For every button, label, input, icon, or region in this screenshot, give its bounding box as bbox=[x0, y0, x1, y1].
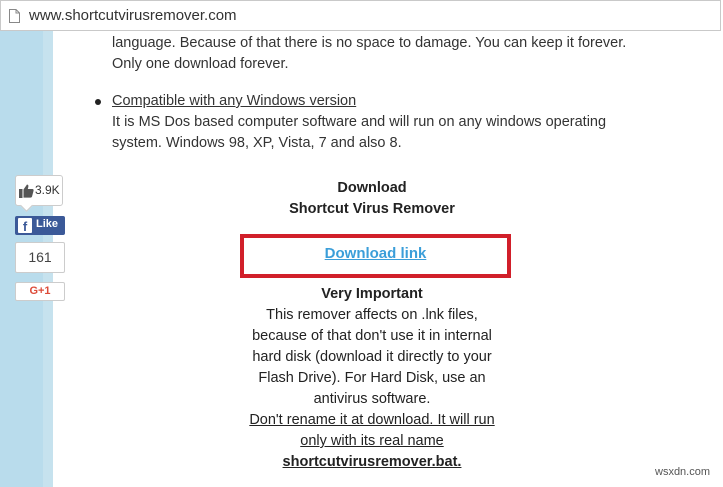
download-heading: Download Shortcut Virus Remover bbox=[232, 178, 512, 220]
address-bar[interactable]: www.shortcutvirusremover.com bbox=[0, 0, 721, 31]
intro-paragraph: language. Because of that there is no sp… bbox=[112, 33, 642, 75]
page-icon bbox=[9, 9, 20, 23]
bullet-dot bbox=[95, 99, 101, 105]
download-highlight-box: Download link bbox=[240, 234, 511, 278]
feature-paragraph: Compatible with any Windows version It i… bbox=[112, 91, 642, 154]
important-block: Very Important This remover affects on .… bbox=[232, 284, 512, 473]
feature-title: Compatible with any Windows version bbox=[112, 93, 357, 109]
feature-line-2: system. Windows 98, XP, Vista, 7 and als… bbox=[112, 135, 402, 151]
like-count: 3.9K bbox=[35, 183, 60, 197]
intro-line-1: language. Because of that there is no sp… bbox=[112, 35, 627, 51]
filename-text: shortcutvirusremover.bat. bbox=[282, 454, 462, 470]
google-plus-button[interactable]: G+1 bbox=[15, 282, 65, 301]
important-line-1: This remover affects on .lnk files, bbox=[266, 307, 478, 323]
important-line-3: hard disk (download it directly to your bbox=[252, 349, 492, 365]
intro-line-2: Only one download forever. bbox=[112, 56, 289, 72]
facebook-like-label: Like bbox=[36, 218, 59, 230]
like-count-bubble: 3.9K bbox=[15, 175, 63, 212]
thumbs-up-icon bbox=[19, 184, 34, 198]
important-line-4: Flash Drive). For Hard Disk, use an bbox=[258, 370, 486, 386]
download-subtitle: Shortcut Virus Remover bbox=[289, 201, 455, 217]
download-link[interactable]: Download link bbox=[244, 245, 507, 262]
download-title: Download bbox=[337, 180, 407, 196]
facebook-like-button[interactable]: f Like bbox=[15, 216, 65, 235]
watermark: wsxdn.com bbox=[655, 466, 711, 478]
warning-line-1: Don't rename it at download. It will run bbox=[249, 412, 495, 428]
important-line-5: antivirus software. bbox=[313, 391, 431, 407]
warning-line-2: only with its real name bbox=[300, 433, 444, 449]
facebook-icon: f bbox=[18, 218, 32, 234]
plus-count-bubble: 161 bbox=[15, 242, 65, 273]
important-line-2: because of that don't use it in internal bbox=[252, 328, 492, 344]
important-heading: Very Important bbox=[321, 286, 423, 302]
url-text[interactable]: www.shortcutvirusremover.com bbox=[29, 7, 237, 24]
feature-line-1: It is MS Dos based computer software and… bbox=[112, 114, 607, 130]
